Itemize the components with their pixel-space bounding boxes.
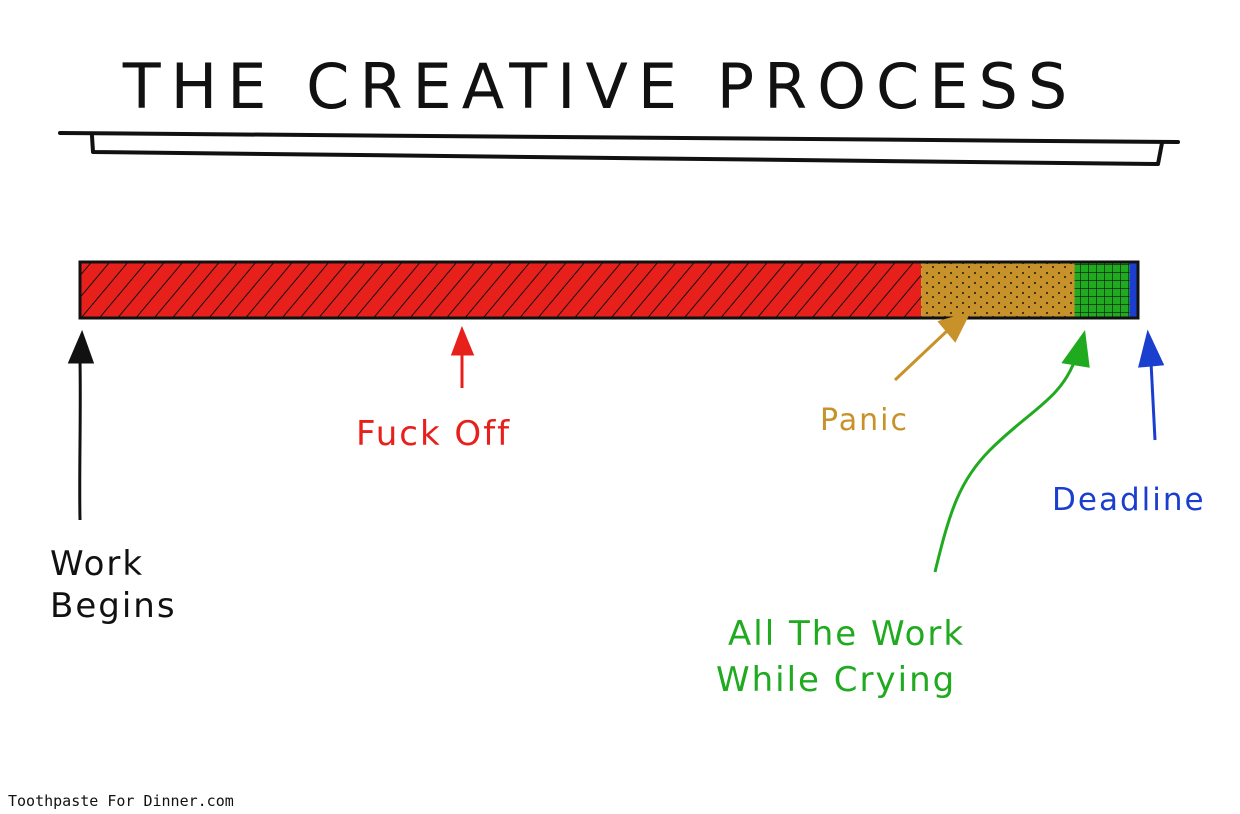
fuck-off-arrow: [450, 325, 475, 388]
label-deadline: Deadline: [1052, 482, 1206, 518]
label-fuck-off: Fuck Off: [356, 414, 511, 454]
label-all-the-work-line-2: While Crying: [716, 660, 956, 700]
timeline-segment-fuck-off: [80, 262, 922, 318]
work-begins-arrow: [67, 329, 95, 521]
title-underline: [58, 130, 1180, 144]
comic-panel: THE CREATIVE PROCESS Work Begins Fuck Of…: [50, 50, 1206, 700]
deadline-arrow: [1138, 329, 1165, 441]
label-work-begins: Work Begins: [50, 544, 177, 626]
label-all-the-work-line-1: All The Work: [728, 614, 965, 654]
site-credit: Toothpaste For Dinner.com: [8, 792, 234, 810]
timeline-bar: [78, 260, 1140, 320]
timeline-segment-all-the-work-while-crying: [1074, 262, 1130, 318]
label-panic: Panic: [820, 403, 909, 438]
label-work-begins-line-2: Begins: [50, 586, 177, 626]
all-the-work-arrow: [933, 330, 1090, 573]
timeline-segment-panic: [921, 262, 1075, 318]
panic-arrow: [893, 311, 971, 382]
label-all-the-work: All The Work While Crying: [716, 614, 978, 700]
comic-title: THE CREATIVE PROCESS: [122, 50, 1077, 123]
label-work-begins-line-1: Work: [50, 544, 144, 584]
